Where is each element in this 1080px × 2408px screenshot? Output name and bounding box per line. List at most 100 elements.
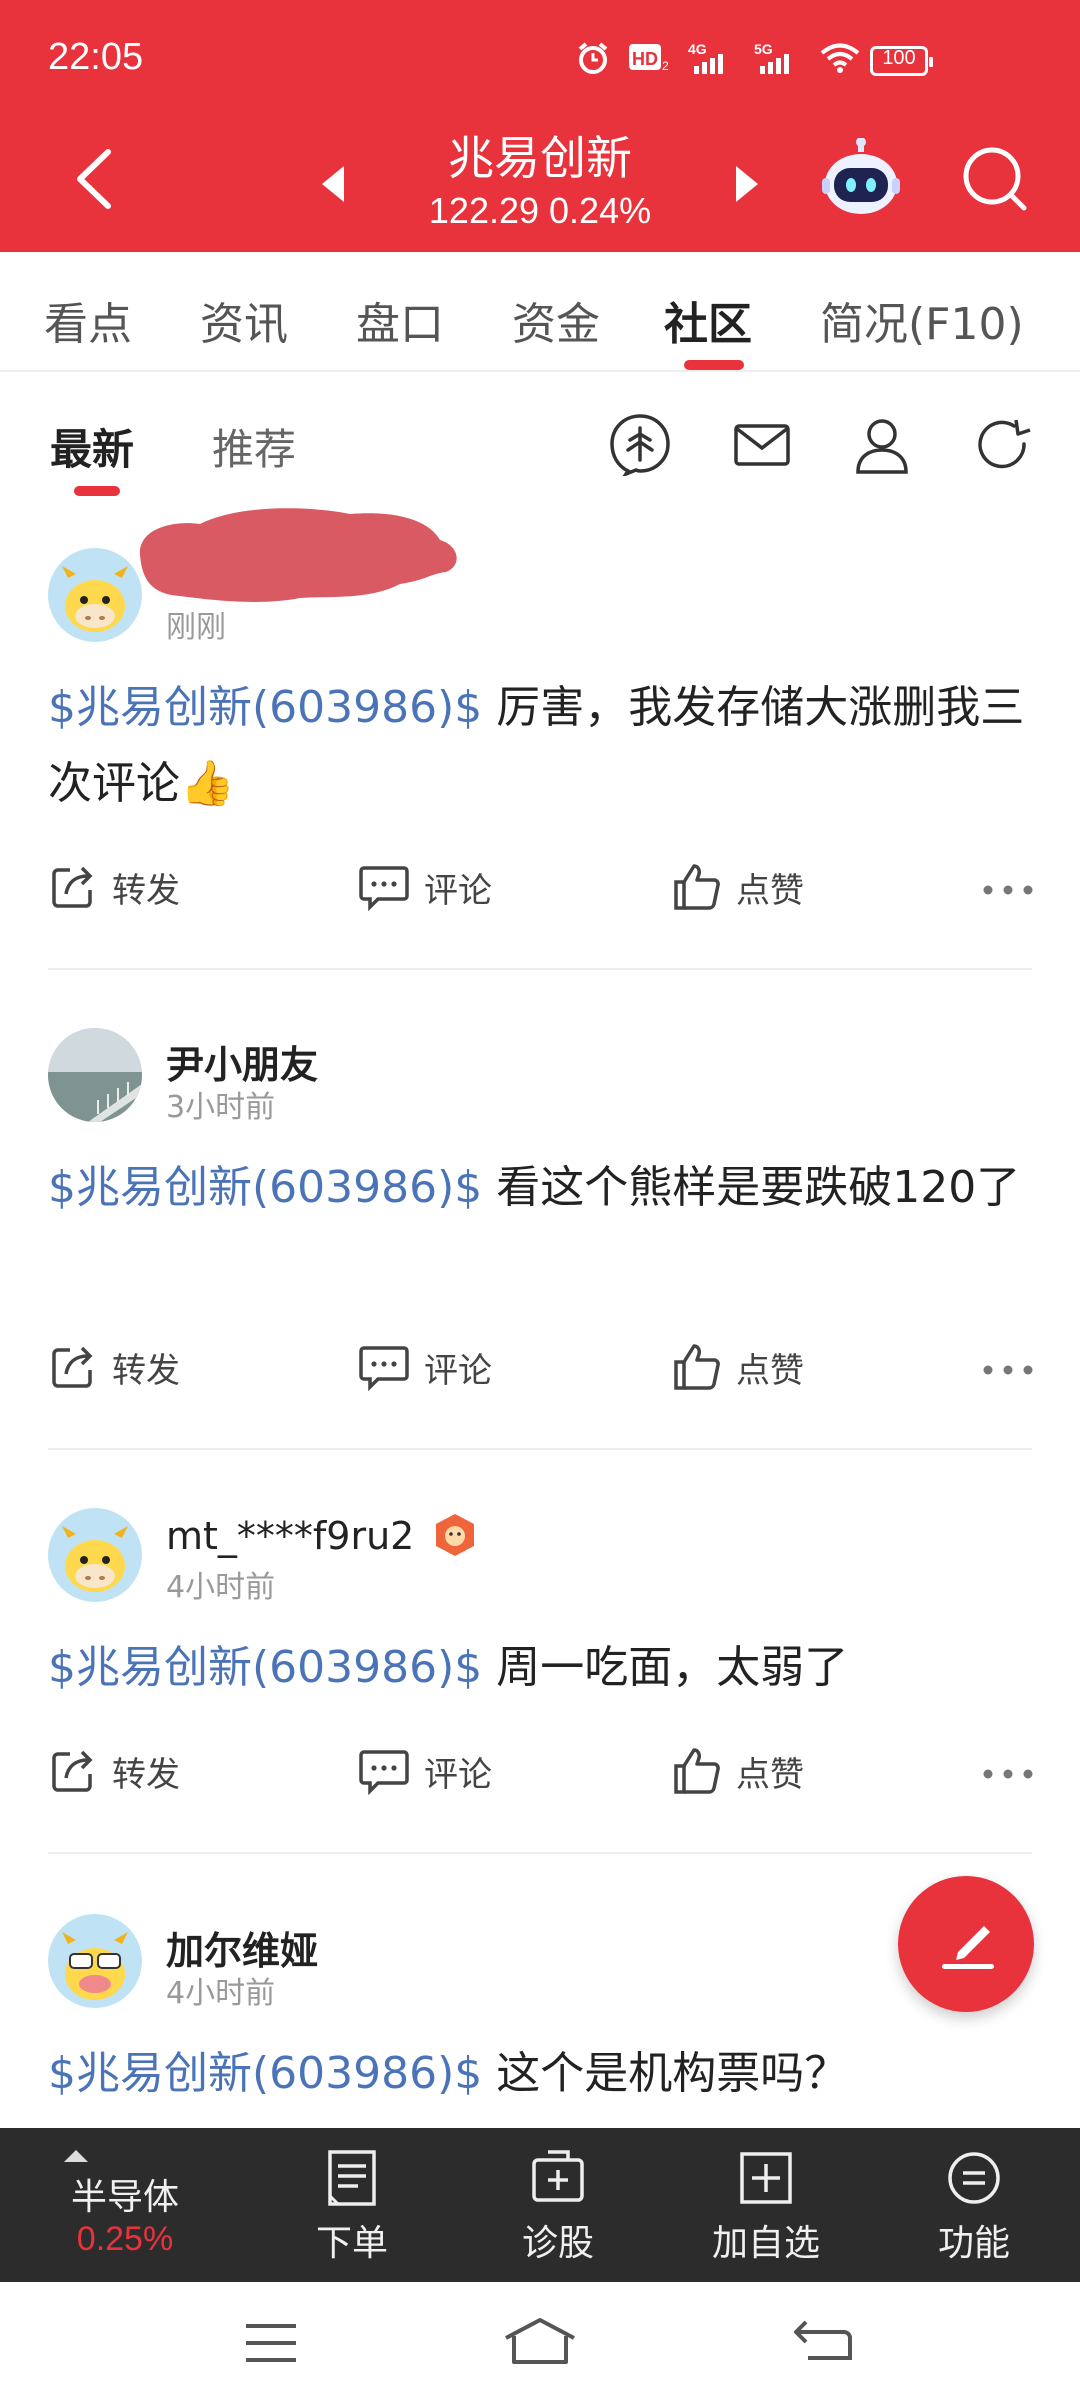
subtab-latest[interactable]: 最新 <box>50 416 134 477</box>
thumbs-up-icon <box>674 1748 720 1794</box>
tab-news[interactable]: 资讯 <box>200 288 288 352</box>
robot-assistant-icon[interactable] <box>820 138 902 220</box>
signal-4g-icon: 4G <box>688 41 723 74</box>
like-button[interactable]: 点赞 <box>672 862 804 912</box>
username[interactable]: 尹小朋友 <box>166 1034 318 1089</box>
forward-label: 转发 <box>112 1350 180 1391</box>
comment-icon <box>359 866 409 912</box>
post-text[interactable]: $兆易创新(603986)$ 厉害，我发存储大涨删我三次评论👍 <box>48 670 1038 822</box>
functions-button[interactable]: 功能 <box>884 2128 1064 2282</box>
thumbs-up-icon <box>674 864 720 910</box>
subtab-recommended[interactable]: 推荐 <box>212 416 296 477</box>
sector-change: 0.25% <box>76 2220 174 2258</box>
post-divider <box>48 968 1032 970</box>
hd-icon: HD 2 <box>629 44 669 73</box>
post-body: 周一吃面，太弱了 <box>482 1642 849 1693</box>
username[interactable]: 加尔维娅 <box>166 1920 318 1975</box>
tab-profile-f10[interactable]: 简况(F10) <box>820 288 1024 352</box>
post-time: 4小时前 <box>166 1976 276 2011</box>
avatar[interactable] <box>48 1914 142 2008</box>
comment-label: 评论 <box>424 1754 492 1795</box>
stock-tabs: 看点 资讯 盘口 资金 社区 简况(F10) <box>0 252 1080 372</box>
forward-button[interactable]: 转发 <box>48 862 180 912</box>
sector-indicator-button[interactable]: 半导体 0.25% <box>0 2128 250 2282</box>
avatar[interactable] <box>48 548 142 642</box>
post-divider <box>48 1852 1032 1854</box>
svg-text:2: 2 <box>662 59 669 73</box>
like-button[interactable]: 点赞 <box>672 1746 804 1796</box>
forward-button[interactable]: 转发 <box>48 1746 180 1796</box>
post-time: 4小时前 <box>166 1570 276 1605</box>
order-label: 下单 <box>315 2223 388 2264</box>
post-text[interactable]: $兆易创新(603986)$ 这个是机构票吗？ <box>48 2036 1038 2112</box>
active-subtab-indicator <box>74 486 120 496</box>
message-mail-icon[interactable] <box>730 412 794 476</box>
like-label: 点赞 <box>736 1350 804 1391</box>
username[interactable]: mt_****f9ru2 <box>166 1514 414 1558</box>
next-stock-icon[interactable] <box>730 162 764 206</box>
add-watchlist-label: 加自选 <box>711 2223 820 2264</box>
like-button[interactable]: 点赞 <box>672 1342 804 1392</box>
comment-button[interactable]: 评论 <box>358 862 492 912</box>
prev-stock-icon[interactable] <box>316 162 350 206</box>
svg-text:5G: 5G <box>754 41 773 57</box>
forward-button[interactable]: 转发 <box>48 1342 180 1392</box>
post-time: 3小时前 <box>166 1090 276 1125</box>
svg-text:4G: 4G <box>688 41 707 57</box>
post-text[interactable]: $兆易创新(603986)$ 周一吃面，太弱了 <box>48 1630 1038 1706</box>
comment-button[interactable]: 评论 <box>358 1342 492 1392</box>
forward-label: 转发 <box>112 870 180 911</box>
recent-apps-icon[interactable] <box>244 2322 298 2364</box>
add-watchlist-button[interactable]: 加自选 <box>676 2128 856 2282</box>
refresh-icon[interactable] <box>970 412 1034 476</box>
diagnose-box-icon <box>532 2150 584 2202</box>
system-navigation-bar <box>0 2282 1080 2408</box>
topic-leaf-icon[interactable] <box>608 412 672 476</box>
avatar[interactable] <box>48 1508 142 1602</box>
thumbs-up-icon <box>674 1344 720 1390</box>
redaction-mark <box>139 508 457 602</box>
profile-user-icon[interactable] <box>850 412 914 476</box>
more-icon[interactable] <box>982 1364 1034 1376</box>
post-text[interactable]: $兆易创新(603986)$ 看这个熊样是要跌破120了 <box>48 1150 1038 1226</box>
stock-title: 兆易创新 <box>448 131 632 185</box>
status-bar: 22:05 HD 2 4G 5G 100 <box>0 0 1080 120</box>
more-icon[interactable] <box>982 884 1034 896</box>
diagnose-label: 诊股 <box>521 2223 594 2264</box>
stock-tag-link[interactable]: $兆易创新(603986)$ <box>48 682 482 733</box>
tab-community[interactable]: 社区 <box>664 288 752 352</box>
more-icon[interactable] <box>982 1768 1034 1780</box>
tab-market-depth[interactable]: 盘口 <box>356 288 444 352</box>
post-body: 这个是机构票吗？ <box>482 2048 849 2099</box>
stock-tag-link[interactable]: $兆易创新(603986)$ <box>48 1162 482 1213</box>
back-nav-icon[interactable] <box>792 2318 854 2364</box>
stock-tag-link[interactable]: $兆易创新(603986)$ <box>48 1642 482 1693</box>
post-actions: 转发 评论 点赞 <box>0 862 1080 922</box>
compose-post-button[interactable] <box>898 1876 1034 2012</box>
comment-button[interactable]: 评论 <box>358 1746 492 1796</box>
post-actions: 转发 评论 点赞 <box>0 1342 1080 1402</box>
order-form-icon <box>328 2150 376 2206</box>
search-icon[interactable] <box>960 144 1028 212</box>
avatar[interactable] <box>48 1028 142 1122</box>
order-button[interactable]: 下单 <box>262 2128 442 2282</box>
diagnose-stock-button[interactable]: 诊股 <box>468 2128 648 2282</box>
comment-icon <box>359 1346 409 1392</box>
stock-tag-link[interactable]: $兆易创新(603986)$ <box>48 2048 482 2099</box>
forward-icon <box>52 1346 93 1388</box>
back-icon[interactable] <box>62 144 132 214</box>
forward-icon <box>52 866 93 908</box>
forward-label: 转发 <box>112 1754 180 1795</box>
tab-kandian[interactable]: 看点 <box>44 288 132 352</box>
cow-avatar-icon <box>62 566 128 632</box>
photo-avatar-icon <box>48 1028 142 1122</box>
comment-label: 评论 <box>424 1350 492 1391</box>
tab-fund-flow[interactable]: 资金 <box>512 288 600 352</box>
caret-up-icon <box>64 2150 88 2162</box>
menu-circle-icon <box>948 2152 1000 2204</box>
home-icon[interactable] <box>502 2316 578 2366</box>
post-body: 看这个熊样是要跌破120了 <box>482 1162 1021 1213</box>
signal-5g-icon: 5G <box>754 41 789 74</box>
svg-text:HD: HD <box>632 49 658 69</box>
battery-icon: 100 <box>870 46 933 76</box>
